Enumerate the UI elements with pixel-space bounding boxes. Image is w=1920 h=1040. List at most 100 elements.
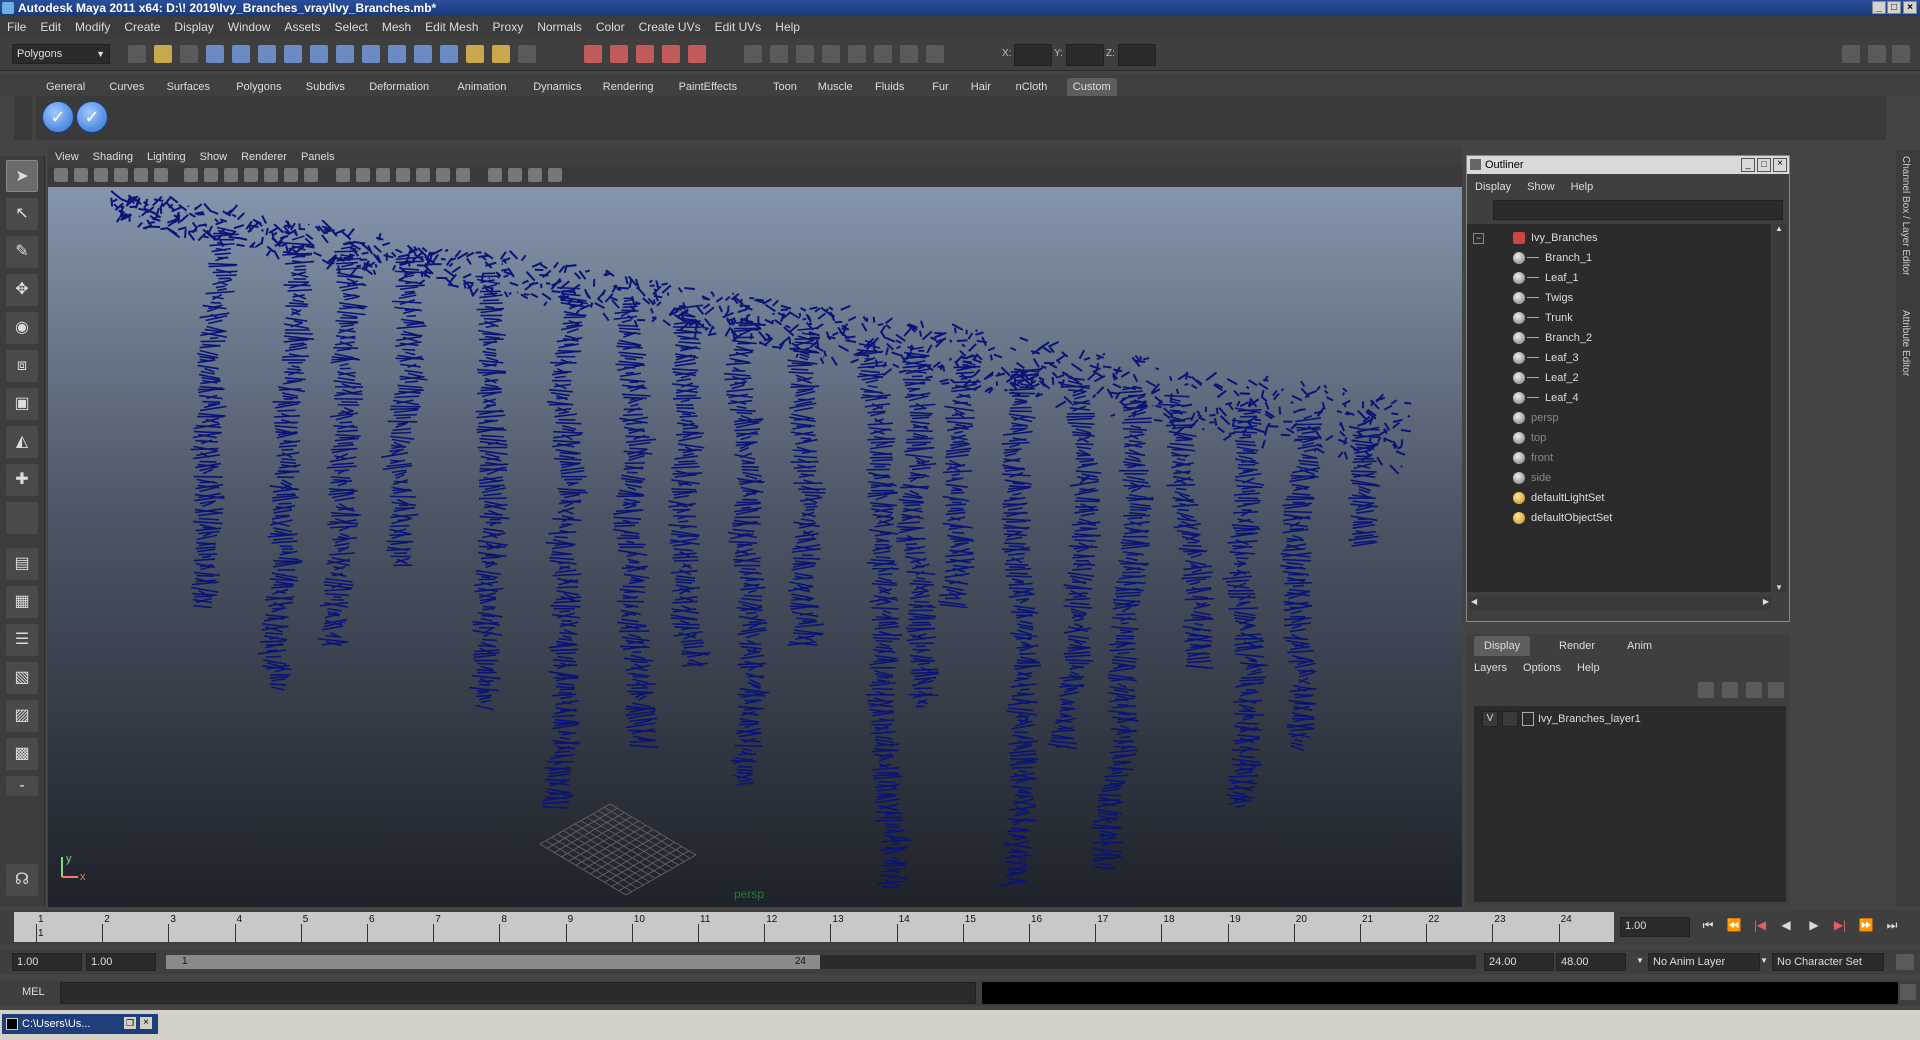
- paint-select-tool-icon[interactable]: ✎: [6, 236, 38, 268]
- grease-pencil-icon[interactable]: [154, 168, 168, 182]
- menu-color[interactable]: Color: [589, 16, 632, 38]
- panel-menu-panels[interactable]: Panels: [294, 148, 342, 166]
- shelf-tab-rendering[interactable]: Rendering: [597, 78, 660, 96]
- isolate-select-icon[interactable]: [508, 168, 522, 182]
- go-to-start-icon[interactable]: ⏮: [1700, 917, 1716, 933]
- outliner-menu-display[interactable]: Display: [1467, 178, 1519, 196]
- range-handle[interactable]: 1 24: [166, 955, 820, 969]
- current-frame-input[interactable]: 1.00: [1620, 917, 1690, 937]
- select-handle-icon[interactable]: [284, 45, 302, 63]
- scroll-right-icon[interactable]: ▶: [1763, 597, 1769, 606]
- outliner-item[interactable]: side: [1467, 468, 1767, 488]
- select-deformation-icon[interactable]: [388, 45, 406, 63]
- chevron-down-icon[interactable]: ▼: [1636, 956, 1644, 965]
- menu-modify[interactable]: Modify: [68, 16, 117, 38]
- outliner-item[interactable]: Leaf_4: [1467, 388, 1767, 408]
- outliner-horizontal-scrollbar[interactable]: ◀ ▶: [1469, 596, 1771, 610]
- current-time-marker[interactable]: 1: [38, 928, 44, 939]
- shadows-icon[interactable]: [456, 168, 470, 182]
- single-view-layout-icon[interactable]: ▤: [6, 548, 38, 580]
- lasso-tool-icon[interactable]: ↖: [6, 198, 38, 230]
- select-curve-icon[interactable]: [336, 45, 354, 63]
- play-forwards-icon[interactable]: ▶: [1806, 917, 1822, 933]
- select-misc-icon[interactable]: [466, 45, 484, 63]
- select-tool-icon[interactable]: ➤: [6, 160, 38, 192]
- smooth-shade-selected-icon[interactable]: [376, 168, 390, 182]
- layout-icon[interactable]: [1842, 45, 1860, 63]
- field-chart-icon[interactable]: [264, 168, 278, 182]
- four-view-layout-icon[interactable]: ▦: [6, 586, 38, 618]
- menu-proxy[interactable]: Proxy: [486, 16, 531, 38]
- outliner-item[interactable]: Twigs: [1467, 288, 1767, 308]
- snap-grid-icon[interactable]: [584, 45, 602, 63]
- smooth-shade-all-icon[interactable]: [356, 168, 370, 182]
- outliner-item[interactable]: Leaf_1: [1467, 268, 1767, 288]
- minimize-icon[interactable]: _: [1872, 1, 1886, 14]
- select-joint-icon[interactable]: [310, 45, 328, 63]
- image-plane-icon[interactable]: [114, 168, 128, 182]
- shelf-tab-subdivs[interactable]: Subdivs: [300, 78, 351, 96]
- playback-end-input[interactable]: 24.00: [1484, 953, 1554, 971]
- outliner-item[interactable]: front: [1467, 448, 1767, 468]
- restore-icon[interactable]: ❐: [124, 1017, 136, 1029]
- textured-icon[interactable]: [416, 168, 430, 182]
- hypershade-layout-icon[interactable]: ▨: [6, 700, 38, 732]
- step-back-key-icon[interactable]: ⏪: [1726, 917, 1742, 933]
- 2d-pan-zoom-icon[interactable]: [134, 168, 148, 182]
- outliner-item[interactable]: Trunk: [1467, 308, 1767, 328]
- layer-tab-display[interactable]: Display: [1474, 636, 1531, 656]
- layer-menu-help[interactable]: Help: [1569, 659, 1608, 677]
- shelf-tab-muscle[interactable]: Muscle: [812, 78, 859, 96]
- gate-mask-icon[interactable]: [244, 168, 258, 182]
- outliner-menu-help[interactable]: Help: [1563, 178, 1602, 196]
- scroll-down-icon[interactable]: ▼: [1775, 583, 1783, 592]
- use-all-lights-icon[interactable]: [436, 168, 450, 182]
- select-component-icon[interactable]: [258, 45, 276, 63]
- new-scene-icon[interactable]: [128, 45, 146, 63]
- xray-joints-icon[interactable]: [528, 168, 542, 182]
- check-icon[interactable]: ✓: [42, 101, 74, 133]
- outliner-item[interactable]: − Ivy_Branches: [1467, 228, 1767, 248]
- bookmarks-icon[interactable]: [94, 168, 108, 182]
- history-icon[interactable]: [744, 45, 762, 63]
- menu-edit-mesh[interactable]: Edit Mesh: [418, 16, 485, 38]
- z-input[interactable]: [1118, 44, 1156, 66]
- panel-menu-lighting[interactable]: Lighting: [140, 148, 193, 166]
- layer-color-swatch[interactable]: [1522, 712, 1534, 726]
- shelf-tab-deformation[interactable]: Deformation: [363, 78, 435, 96]
- outliner-layout-icon[interactable]: ☰: [6, 624, 38, 656]
- command-language-label[interactable]: MEL: [22, 986, 45, 998]
- y-input[interactable]: [1066, 44, 1104, 66]
- hypershade-icon[interactable]: [874, 45, 892, 63]
- shelf-tab-fluids[interactable]: Fluids: [869, 78, 910, 96]
- layer-visibility-toggle[interactable]: V: [1482, 711, 1498, 727]
- open-scene-icon[interactable]: [154, 45, 172, 63]
- scale-tool-icon[interactable]: ⧈: [6, 350, 38, 382]
- wireframe-icon[interactable]: [336, 168, 350, 182]
- collapse-icon[interactable]: −: [1473, 233, 1484, 244]
- script-editor-icon[interactable]: [1900, 984, 1916, 1000]
- menu-window[interactable]: Window: [221, 16, 278, 38]
- shelf-tab-curves[interactable]: Curves: [103, 78, 150, 96]
- menu-create[interactable]: Create: [117, 16, 167, 38]
- auto-key-icon[interactable]: [1896, 954, 1914, 970]
- go-to-end-icon[interactable]: ⏭: [1884, 917, 1900, 933]
- close-icon[interactable]: ×: [1773, 158, 1787, 172]
- soft-mod-tool-icon[interactable]: ◭: [6, 426, 38, 458]
- select-dynamic-icon[interactable]: [414, 45, 432, 63]
- layer-tab-render[interactable]: Render: [1549, 636, 1605, 656]
- scroll-up-icon[interactable]: ▲: [1775, 224, 1783, 233]
- graph-layout-icon[interactable]: ▧: [6, 662, 38, 694]
- outliner-item[interactable]: Branch_2: [1467, 328, 1767, 348]
- menu-help[interactable]: Help: [768, 16, 807, 38]
- outliner-item[interactable]: Leaf_3: [1467, 348, 1767, 368]
- close-icon[interactable]: ×: [1903, 1, 1917, 14]
- outliner-item[interactable]: persp: [1467, 408, 1767, 428]
- xray-active-icon[interactable]: [548, 168, 562, 182]
- command-input[interactable]: [60, 982, 976, 1004]
- layer-tab-anim[interactable]: Anim: [1617, 636, 1662, 656]
- render-region-icon[interactable]: [796, 45, 814, 63]
- more-layouts-icon[interactable]: -: [6, 776, 38, 796]
- menu-assets[interactable]: Assets: [277, 16, 327, 38]
- highlight-selection-icon[interactable]: [518, 45, 536, 63]
